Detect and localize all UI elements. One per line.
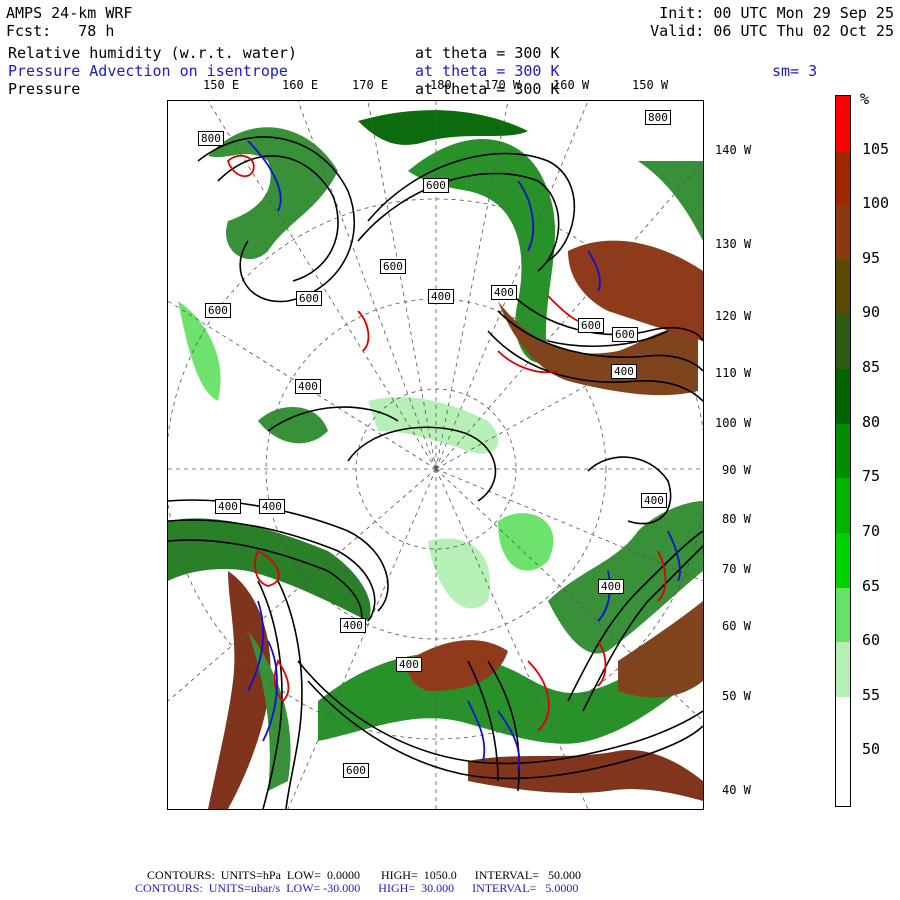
lon-label-right: 40 W [722, 783, 751, 797]
contour-label: 400 [491, 285, 517, 300]
colorbar-segment [836, 314, 850, 370]
colorbar-segment [836, 423, 850, 479]
lon-label-right: 110 W [715, 366, 752, 380]
lon-label-right: 140 W [715, 143, 752, 157]
colorbar-label: 60 [862, 631, 881, 650]
contour-label: 600 [578, 318, 604, 333]
lon-label-top: 150 W [632, 78, 669, 92]
colorbar-label: 100 [862, 194, 890, 213]
colorbar-segment [836, 751, 850, 807]
contour-label: 400 [340, 618, 366, 633]
colorbar [835, 95, 851, 807]
contour-label: 800 [198, 131, 224, 146]
contour-label: 400 [295, 379, 321, 394]
colorbar-unit: % [860, 90, 870, 108]
contour-label: 600 [423, 178, 449, 193]
colorbar-label: 70 [862, 521, 881, 540]
colorbar-segment [836, 205, 850, 261]
colorbar-label: 90 [862, 303, 881, 322]
contour-label: 600 [296, 291, 322, 306]
footer-contours-advection: CONTOURS: UNITS=ubar/s LOW= -30.000 HIGH… [135, 881, 579, 895]
colorbar-label: 55 [862, 685, 881, 704]
contour-label: 400 [396, 657, 422, 672]
colorbar-label: 95 [862, 248, 881, 267]
contour-label: 400 [215, 499, 241, 514]
colorbar-segment [836, 642, 850, 698]
contour-label: 600 [343, 763, 369, 778]
contour-label: 600 [205, 303, 231, 318]
colorbar-label: 105 [862, 139, 890, 158]
contour-label: 400 [641, 493, 667, 508]
colorbar-label: 85 [862, 358, 881, 377]
colorbar-label: 80 [862, 412, 881, 431]
colorbar-label: 50 [862, 740, 881, 759]
colorbar-segment [836, 587, 850, 643]
lon-label-top: 170 W [484, 78, 521, 92]
contour-label: 600 [612, 327, 638, 342]
contour-label: 400 [611, 364, 637, 379]
lon-label-right: 70 W [722, 562, 751, 576]
contour-label: 400 [259, 499, 285, 514]
model-title: AMPS 24-km WRF [6, 4, 133, 22]
lon-label-top: 170 E [352, 78, 389, 92]
colorbar-segment [836, 532, 850, 589]
map-graphic [168, 101, 703, 809]
colorbar-segment [836, 259, 850, 315]
colorbar-segment [836, 369, 850, 425]
colorbar-segment [836, 96, 850, 152]
lon-label-top: 160 E [282, 78, 319, 92]
lon-label-right: 120 W [715, 309, 752, 323]
lon-label-right: 100 W [715, 416, 752, 430]
field1-name: Relative humidity (w.r.t. water) [8, 44, 297, 62]
lon-label-top: 160 W [553, 78, 590, 92]
fcst-value-text: 78 h [78, 22, 115, 40]
colorbar-segment [836, 696, 850, 752]
field3-name: Pressure [8, 80, 81, 98]
colorbar-label: 65 [862, 576, 881, 595]
lon-label-top: 180 [430, 78, 452, 92]
lon-label-top: 150 E [203, 78, 240, 92]
colorbar-label: 75 [862, 467, 881, 486]
lon-label-right: 80 W [722, 512, 751, 526]
colorbar-segment [836, 478, 850, 534]
colorbar-segment [836, 150, 850, 206]
field2-name: Pressure Advection on isentrope [8, 62, 288, 80]
humidity-shading [168, 110, 703, 809]
contour-label: 400 [428, 289, 454, 304]
init-time: Init: 00 UTC Mon 29 Sep 25 [659, 4, 894, 22]
contour-label: 400 [598, 579, 624, 594]
fcst-label-text: Fcst: [6, 22, 52, 40]
field1-level: at theta = 300 K [415, 44, 560, 62]
contour-label: 800 [645, 110, 671, 125]
lon-label-right: 130 W [715, 237, 752, 251]
valid-time: Valid: 06 UTC Thu 02 Oct 25 [650, 22, 894, 40]
lon-label-right: 90 W [722, 463, 751, 477]
forecast-label: Fcst: 78 h [6, 22, 114, 40]
field2-smoothing: sm= 3 [772, 62, 818, 80]
map-panel: 800 600 600 600 600 400 400 600 600 400 … [167, 100, 704, 810]
lon-label-right: 60 W [722, 619, 751, 633]
contour-label: 600 [380, 259, 406, 274]
lon-label-right: 50 W [722, 689, 751, 703]
